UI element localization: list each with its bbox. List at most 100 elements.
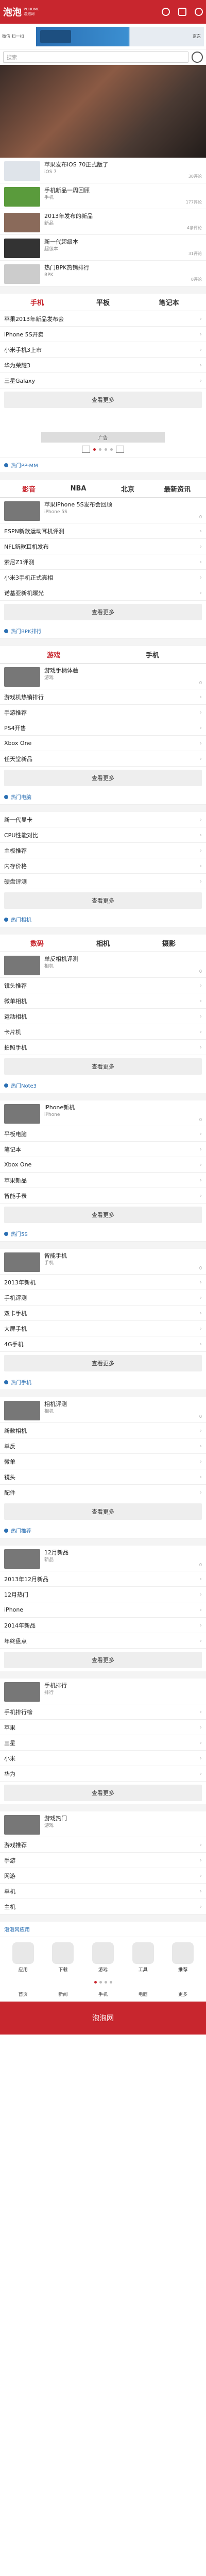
more-button[interactable]: 查看更多	[4, 770, 202, 786]
feature-item[interactable]: 苹果iPhone 5S发布会回顾 iPhone 5S 0	[0, 498, 206, 523]
feature-item[interactable]: 手机排行 排行	[0, 1679, 206, 1704]
footer-link[interactable]: 电脑	[139, 1991, 148, 1997]
list-item[interactable]: 手机排行榜 ›	[0, 1704, 206, 1720]
list-item[interactable]: 新一代显卡 ›	[0, 812, 206, 827]
pager-dot[interactable]	[94, 1981, 97, 1984]
more-button[interactable]: 查看更多	[4, 1207, 202, 1223]
list-item[interactable]: 苹果发布iOS 70正式版了 iOS 7 30评论	[0, 158, 206, 183]
pager-dot[interactable]	[99, 1981, 102, 1984]
list-item[interactable]: 主板推荐 ›	[0, 843, 206, 858]
feature-item[interactable]: 单反相机评测 相机 0	[0, 952, 206, 978]
tab-3[interactable]: 最新资讯	[152, 484, 202, 494]
list-item[interactable]: 卡片机 ›	[0, 1024, 206, 1040]
footer-link[interactable]: 新闻	[58, 1991, 67, 1997]
list-item[interactable]: 微单相机 ›	[0, 993, 206, 1009]
list-item[interactable]: 配件 ›	[0, 1485, 206, 1500]
list-item[interactable]: 4G手机 ›	[0, 1336, 206, 1352]
app-item[interactable]: 下载	[52, 1942, 74, 1973]
hot-link[interactable]: 热门手机	[0, 1375, 206, 1390]
list-item[interactable]: ESPN新款运动耳机评测 ›	[0, 523, 206, 539]
tab-2[interactable]: 笔记本	[136, 297, 202, 307]
list-item[interactable]: 运动相机 ›	[0, 1009, 206, 1024]
hot-link[interactable]: 热门5S	[0, 1226, 206, 1242]
tab-2[interactable]: 摄影	[136, 938, 202, 948]
app-item[interactable]: 游戏	[92, 1942, 114, 1973]
list-item[interactable]: 拍照手机 ›	[0, 1040, 206, 1055]
app-item[interactable]: 应用	[12, 1942, 34, 1973]
footer-link[interactable]: 首页	[19, 1991, 28, 1997]
list-item[interactable]: 微单 ›	[0, 1454, 206, 1469]
list-item[interactable]: 双卡手机 ›	[0, 1306, 206, 1321]
list-item[interactable]: 2014年新品 ›	[0, 1618, 206, 1633]
prev-button[interactable]	[82, 446, 90, 453]
app-item[interactable]: 工具	[132, 1942, 154, 1973]
list-item[interactable]: 单机 ›	[0, 1884, 206, 1899]
list-item[interactable]: 手机新品一周回顾 手机 177评论	[0, 183, 206, 209]
list-item[interactable]: 新一代超级本 超级本 31评论	[0, 235, 206, 261]
next-button[interactable]	[116, 446, 124, 453]
list-item[interactable]: Xbox One ›	[0, 1157, 206, 1173]
logo[interactable]: 泡泡 PCHOME 泡泡网	[3, 5, 39, 19]
more-button[interactable]: 查看更多	[4, 1058, 202, 1075]
tab-0[interactable]: 数码	[4, 938, 70, 948]
feature-item[interactable]: 游戏手柄体验 游戏 0	[0, 664, 206, 689]
list-item[interactable]: 笔记本 ›	[0, 1142, 206, 1157]
feature-item[interactable]: 智能手机 手机 0	[0, 1249, 206, 1275]
pager-dot[interactable]	[104, 1981, 107, 1984]
menu-icon[interactable]	[195, 8, 203, 16]
list-item[interactable]: 主机 ›	[0, 1899, 206, 1914]
app-item[interactable]: 推荐	[172, 1942, 194, 1973]
feature-item[interactable]: 游戏热门 游戏	[0, 1811, 206, 1837]
list-item[interactable]: 华为 ›	[0, 1766, 206, 1782]
user-icon[interactable]	[162, 8, 170, 16]
list-item[interactable]: 三星Galaxy ›	[0, 373, 206, 388]
pager-dot[interactable]	[105, 448, 107, 451]
pager-dot[interactable]	[99, 448, 101, 451]
more-button[interactable]: 查看更多	[4, 1785, 202, 1801]
list-item[interactable]: 索尼Z1评测 ›	[0, 554, 206, 570]
list-item[interactable]: 手游 ›	[0, 1853, 206, 1868]
list-item[interactable]: 年终盘点 ›	[0, 1633, 206, 1649]
list-item[interactable]: 2013年12月新品 ›	[0, 1571, 206, 1587]
more-button[interactable]: 查看更多	[4, 604, 202, 620]
tab-1[interactable]: 相机	[70, 938, 136, 948]
list-item[interactable]: 游戏推荐 ›	[0, 1837, 206, 1853]
list-item[interactable]: 单反 ›	[0, 1438, 206, 1454]
feature-item[interactable]: iPhone新机 iPhone 0	[0, 1100, 206, 1126]
list-item[interactable]: 硬盘评测 ›	[0, 874, 206, 889]
search-icon[interactable]	[192, 51, 203, 63]
list-item[interactable]: 苹果 ›	[0, 1720, 206, 1735]
feature-item[interactable]: 相机评测 相机 0	[0, 1397, 206, 1423]
hot-link[interactable]: 热门推荐	[0, 1523, 206, 1538]
pager-dot[interactable]	[109, 1981, 112, 1984]
hot-link[interactable]: 热门BPK排行	[0, 623, 206, 639]
list-item[interactable]: 任天堂新品 ›	[0, 751, 206, 767]
list-item[interactable]: 镜头推荐 ›	[0, 978, 206, 993]
list-item[interactable]: iPhone ›	[0, 1602, 206, 1618]
hero-image[interactable]	[0, 65, 206, 158]
footer-link[interactable]: 手机	[98, 1991, 108, 1997]
tab-1[interactable]: 手机	[103, 650, 202, 659]
list-item[interactable]: 智能手表 ›	[0, 1188, 206, 1204]
list-item[interactable]: NFL新款耳机发布 ›	[0, 539, 206, 554]
tab-0[interactable]: 影音	[4, 484, 54, 494]
more-button[interactable]: 查看更多	[4, 1652, 202, 1668]
list-item[interactable]: CPU性能对比 ›	[0, 827, 206, 843]
more-button[interactable]: 查看更多	[4, 892, 202, 909]
tab-0[interactable]: 手机	[4, 297, 70, 307]
more-button[interactable]: 查看更多	[4, 392, 202, 408]
pager-dot[interactable]	[110, 448, 113, 451]
list-item[interactable]: iPhone 5S开卖 ›	[0, 327, 206, 342]
hot-link[interactable]: 热门电脑	[0, 789, 206, 805]
tab-1[interactable]: 平板	[70, 297, 136, 307]
list-item[interactable]: 手机评测 ›	[0, 1290, 206, 1306]
list-item[interactable]: 华为荣耀3 ›	[0, 358, 206, 373]
list-item[interactable]: 网游 ›	[0, 1868, 206, 1884]
list-item[interactable]: 大屏手机 ›	[0, 1321, 206, 1336]
pager-dot[interactable]	[93, 448, 96, 451]
mail-icon[interactable]	[178, 8, 186, 16]
list-item[interactable]: PS4开售 ›	[0, 720, 206, 736]
list-item[interactable]: 2013年新机 ›	[0, 1275, 206, 1290]
list-item[interactable]: 新款相机 ›	[0, 1423, 206, 1438]
list-item[interactable]: 平板电脑 ›	[0, 1126, 206, 1142]
